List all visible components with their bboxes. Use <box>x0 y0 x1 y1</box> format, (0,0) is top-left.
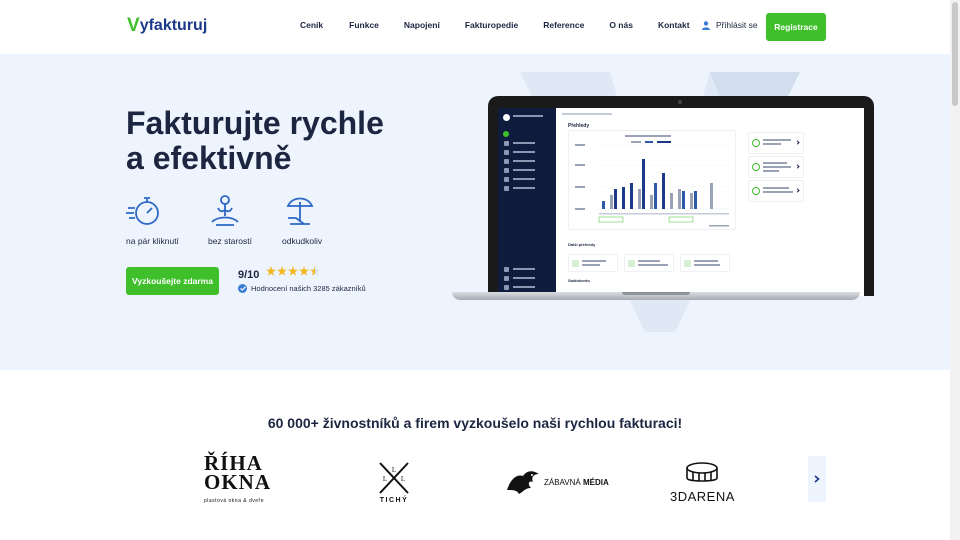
star-icon <box>266 266 276 276</box>
app-side-card <box>748 180 804 202</box>
meditation-icon <box>211 195 239 226</box>
nav-reference[interactable]: Reference <box>543 20 584 30</box>
chevron-right-icon <box>814 475 820 483</box>
app-nav-row <box>504 176 535 182</box>
nav-napojeni[interactable]: Napojení <box>404 20 440 30</box>
rating-stars <box>266 266 321 276</box>
app-mini-card <box>680 254 730 272</box>
laptop-camera <box>678 100 682 104</box>
half-star-icon <box>310 266 320 276</box>
app-side-card <box>748 156 804 178</box>
login-label: Přihlásit se <box>716 20 758 30</box>
riha-okna-tagline: plastová okna & dveře <box>204 497 264 504</box>
nav-cenik[interactable]: Ceník <box>300 20 323 30</box>
zabavna-media-text: ZÁBAVNÁ MÉDIA <box>544 477 609 487</box>
star-icon <box>299 266 309 276</box>
logo-tichy: L L L TICHÝ <box>378 452 410 512</box>
page-scrollbar[interactable] <box>950 0 960 540</box>
app-page-heading: Přehledy <box>568 123 590 129</box>
app-mini-card <box>624 254 674 272</box>
app-side-card <box>748 132 804 154</box>
feature-list: na pár kliknutí bez starostí odkudkoliv <box>126 194 338 246</box>
scrollbar-thumb[interactable] <box>952 2 958 106</box>
nav-kontakt[interactable]: Kontakt <box>658 20 690 30</box>
tichy-mark-icon: L L L <box>379 461 409 494</box>
app-bar-chart <box>575 135 729 227</box>
register-button[interactable]: Registrace <box>766 13 826 41</box>
laptop-screen-frame: Přehledy Další přehledy Saldokonto <box>488 96 874 296</box>
hero-title-line1: Fakturujte rychle <box>126 105 384 141</box>
verified-check-icon <box>238 284 247 293</box>
app-avatar <box>503 114 510 121</box>
nav-o-nas[interactable]: O nás <box>609 20 633 30</box>
app-section-heading: Saldokonto <box>568 278 590 283</box>
hero-title-line2: a efektivně <box>126 140 292 176</box>
try-free-button[interactable]: Vyzkoušejte zdarma <box>126 267 219 295</box>
app-section-heading: Další přehledy <box>568 242 596 247</box>
site-header: V yfakturuj Ceník Funkce Napojení Faktur… <box>0 0 950 54</box>
rating-note-text: Hodnocení našich 3285 zákazníků <box>251 284 366 293</box>
nav-funkce[interactable]: Funkce <box>349 20 379 30</box>
app-breadcrumb <box>562 113 612 115</box>
logo-zabavna-media: ZÁBAVNÁ MÉDIA <box>505 452 609 512</box>
feature-item: bez starostí <box>208 194 260 246</box>
arena-icon <box>686 461 719 482</box>
user-icon <box>702 20 710 30</box>
app-nav-row <box>504 149 535 155</box>
app-user-line <box>513 115 543 117</box>
logo-riha-okna: ŘÍHA OKNA plastová okna & dveře <box>204 452 271 512</box>
3darena-text: 3DARENA <box>670 488 735 504</box>
app-main: Přehledy Další přehledy Saldokonto <box>556 108 864 296</box>
app-nav-row <box>504 167 535 173</box>
nav-fakturopedie[interactable]: Fakturopedie <box>465 20 518 30</box>
feature-item: odkudkoliv <box>282 194 322 246</box>
logo-mark: V <box>127 15 140 36</box>
dragon-icon <box>507 471 539 494</box>
stopwatch-icon <box>126 197 159 225</box>
beach-umbrella-icon <box>286 197 314 225</box>
logo-3darena: 3DARENA <box>670 452 735 512</box>
app-screenshot: Přehledy Další přehledy Saldokonto <box>498 108 864 296</box>
hero-section: Fakturujte rychle a efektivně na pár kli… <box>0 54 950 370</box>
app-nav-row <box>504 275 535 281</box>
feature-label: na pár kliknutí <box>126 236 179 246</box>
login-link[interactable]: Přihlásit se <box>702 20 758 30</box>
app-nav-row <box>504 140 535 146</box>
app-nav-row <box>504 284 535 290</box>
logo-text: yfakturuj <box>139 17 208 34</box>
feature-label: odkudkoliv <box>282 236 323 246</box>
riha-okna-line2: OKNA <box>204 469 271 494</box>
app-nav-row <box>504 266 535 272</box>
star-icon <box>288 266 298 276</box>
rating-note: Hodnocení našich 3285 zákazníků <box>238 284 366 293</box>
tichy-text: TICHÝ <box>379 496 409 504</box>
app-new-icon <box>503 131 509 137</box>
app-nav-row <box>504 185 535 191</box>
svg-text:L: L <box>401 475 405 483</box>
svg-text:L: L <box>392 466 396 474</box>
brand-logo[interactable]: V yfakturuj <box>127 15 207 37</box>
hero-title: Fakturujte rychle a efektivně <box>126 106 384 176</box>
app-nav-row <box>504 158 535 164</box>
app-chart-card <box>568 130 736 230</box>
svg-text:L: L <box>383 475 387 483</box>
app-mini-card <box>568 254 618 272</box>
rating-score: 9/10 <box>238 269 260 281</box>
laptop-base-notch <box>622 292 690 295</box>
feature-label: bez starostí <box>208 236 252 246</box>
trust-title: 60 000+ živnostníků a firem vyzkoušelo n… <box>267 415 683 431</box>
app-sidebar <box>498 108 556 296</box>
main-nav: Ceník Funkce Napojení Fakturopedie Refer… <box>300 20 715 30</box>
feature-item: na pár kliknutí <box>126 194 179 246</box>
star-icon <box>277 266 287 276</box>
carousel-next-button[interactable] <box>808 456 826 502</box>
